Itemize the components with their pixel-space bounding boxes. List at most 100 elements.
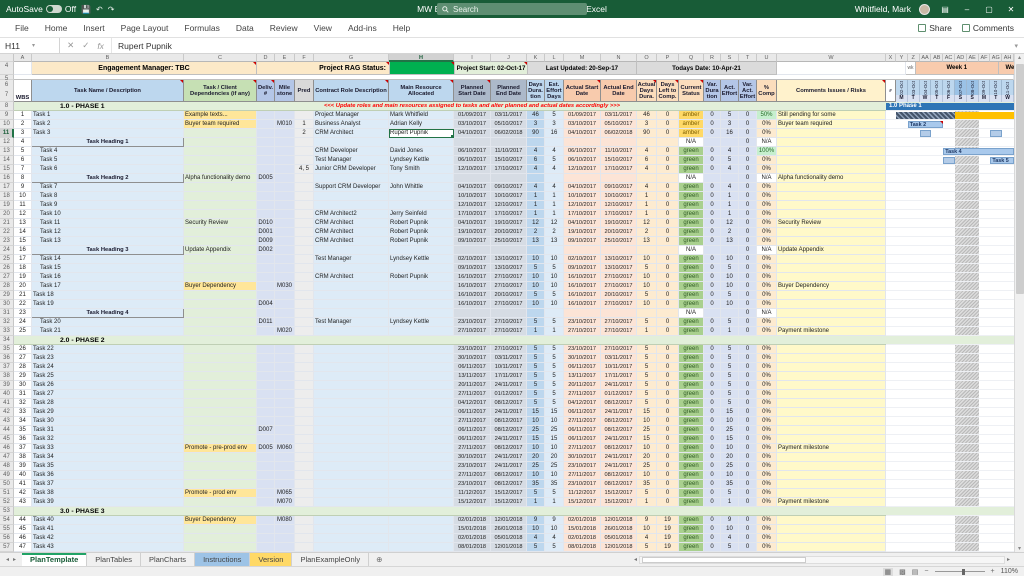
cell-t[interactable]: Task 17 bbox=[32, 282, 184, 291]
cell-dl[interactable] bbox=[657, 174, 679, 183]
cell-pr[interactable] bbox=[295, 237, 314, 246]
cell-de[interactable] bbox=[257, 111, 275, 120]
cell-dl[interactable]: 0 bbox=[657, 408, 679, 417]
cell-dep[interactable] bbox=[184, 417, 257, 426]
cell-role[interactable] bbox=[314, 408, 389, 417]
cell-ef[interactable]: 15 bbox=[545, 435, 564, 444]
cell-st[interactable]: green bbox=[679, 210, 704, 219]
tab-nav-right-icon[interactable]: ▸ bbox=[13, 556, 16, 563]
cell-ae[interactable]: 24/11/2017 bbox=[601, 435, 637, 444]
cell-ad[interactable]: 4 bbox=[637, 147, 657, 156]
cell-as[interactable]: 04/10/2017 bbox=[564, 183, 601, 192]
cell-de[interactable] bbox=[257, 489, 275, 498]
col-header-deliv[interactable]: Deliv. # bbox=[257, 80, 275, 102]
cell-as[interactable]: 02/01/2018 bbox=[564, 534, 601, 543]
cell-ac[interactable]: 3 bbox=[721, 120, 739, 129]
cell-va[interactable]: 0 bbox=[739, 525, 757, 534]
cell-ae[interactable]: 27/10/2017 bbox=[601, 282, 637, 291]
cell-dl[interactable]: 0 bbox=[657, 264, 679, 273]
cell-as[interactable]: 17/10/2017 bbox=[564, 210, 601, 219]
cell-w[interactable]: 6 bbox=[14, 156, 32, 165]
cell-du[interactable]: 90 bbox=[527, 129, 545, 138]
cell-ef[interactable]: 5 bbox=[545, 111, 564, 120]
cell-mi[interactable] bbox=[275, 291, 295, 300]
cell-res[interactable]: Robert Pupnik bbox=[389, 273, 454, 282]
cell-t[interactable]: Task 39 bbox=[32, 498, 184, 507]
cell-pe[interactable] bbox=[491, 174, 527, 183]
cell-pe[interactable]: 03/11/2017 bbox=[491, 354, 527, 363]
cell-pr[interactable]: 1 bbox=[295, 120, 314, 129]
gantt-cell[interactable] bbox=[886, 435, 1014, 444]
cell-ad[interactable]: 1 bbox=[637, 192, 657, 201]
cell-w[interactable]: 45 bbox=[14, 525, 32, 534]
cell-ae[interactable]: 15/12/2017 bbox=[601, 489, 637, 498]
cell-st[interactable]: green bbox=[679, 345, 704, 354]
gantt-cell[interactable] bbox=[886, 462, 1014, 471]
zoom-in-icon[interactable]: + bbox=[991, 568, 995, 575]
col-header-actual-days[interactable]: Actual Days Dura. bbox=[637, 80, 657, 102]
name-box[interactable]: H11 ▾ bbox=[0, 38, 60, 53]
cell-w[interactable]: 47 bbox=[14, 543, 32, 552]
cell-vd[interactable]: 0 bbox=[704, 471, 721, 480]
row-number[interactable]: 10 bbox=[0, 120, 14, 129]
cell-pe[interactable]: 01/12/2017 bbox=[491, 390, 527, 399]
cell-ac[interactable]: 1 bbox=[721, 192, 739, 201]
cell-dl[interactable]: 0 bbox=[657, 237, 679, 246]
cell-st[interactable]: green bbox=[679, 264, 704, 273]
cell-du[interactable]: 5 bbox=[527, 354, 545, 363]
cell-role[interactable] bbox=[314, 246, 389, 255]
cell-ac[interactable] bbox=[721, 309, 739, 318]
cell-as[interactable]: 04/10/2017 bbox=[564, 129, 601, 138]
cell-de[interactable] bbox=[257, 498, 275, 507]
cell-ac[interactable]: 35 bbox=[721, 480, 739, 489]
cell-ae[interactable]: 12/10/2017 bbox=[601, 201, 637, 210]
col-header-planned-end[interactable]: Planned End Date bbox=[491, 80, 527, 102]
zoom-slider[interactable] bbox=[934, 568, 985, 575]
cell-de[interactable] bbox=[257, 525, 275, 534]
cell-w[interactable]: 16 bbox=[14, 246, 32, 255]
cell-de[interactable] bbox=[257, 210, 275, 219]
cell-vd[interactable]: 0 bbox=[704, 381, 721, 390]
row-number[interactable]: 67 bbox=[0, 80, 14, 102]
new-sheet-icon[interactable]: ⊕ bbox=[369, 553, 389, 566]
cell-com[interactable] bbox=[777, 534, 886, 543]
cell-ef[interactable]: 10 bbox=[545, 255, 564, 264]
cell-com[interactable] bbox=[777, 273, 886, 282]
cell-role[interactable]: CRM Developer bbox=[314, 147, 389, 156]
cell-ae[interactable]: 09/10/2017 bbox=[601, 183, 637, 192]
cell-res[interactable] bbox=[389, 300, 454, 309]
cell-ef[interactable]: 5 bbox=[545, 372, 564, 381]
cell-st[interactable]: green bbox=[679, 453, 704, 462]
column-header-P[interactable]: P bbox=[657, 54, 679, 62]
cell-vd[interactable]: 0 bbox=[704, 345, 721, 354]
cell-de[interactable] bbox=[257, 516, 275, 525]
cell-du[interactable]: 1 bbox=[527, 498, 545, 507]
cell-dep[interactable]: Promote - pre-prod env bbox=[184, 444, 257, 453]
gantt-cell[interactable] bbox=[886, 336, 1014, 345]
cell-ac[interactable]: 15 bbox=[721, 435, 739, 444]
cell-dl[interactable]: 0 bbox=[657, 480, 679, 489]
cell-dl[interactable]: 0 bbox=[657, 273, 679, 282]
cell-ps[interactable]: 02/01/2018 bbox=[454, 534, 491, 543]
cell-pr[interactable] bbox=[295, 309, 314, 318]
cell-ae[interactable]: 10/11/2017 bbox=[601, 363, 637, 372]
cell-ac[interactable]: 10 bbox=[721, 417, 739, 426]
cell-du[interactable]: 15 bbox=[527, 435, 545, 444]
cell-com[interactable] bbox=[777, 345, 886, 354]
row-number[interactable]: 46 bbox=[0, 444, 14, 453]
cell-role[interactable]: CRM Architect bbox=[314, 219, 389, 228]
cell-w[interactable]: 3 bbox=[14, 129, 32, 138]
cell-mi[interactable] bbox=[275, 543, 295, 552]
cell-as[interactable]: 06/11/2017 bbox=[564, 408, 601, 417]
cell-res[interactable] bbox=[389, 345, 454, 354]
zoom-slider-thumb[interactable] bbox=[962, 568, 966, 575]
cell-t[interactable]: Task 37 bbox=[32, 480, 184, 489]
cell-dep[interactable] bbox=[184, 291, 257, 300]
cell-res[interactable]: Robert Pupnik bbox=[389, 228, 454, 237]
col-header-main-resource[interactable]: Main Resource Allocated bbox=[389, 80, 454, 102]
cell-pc[interactable]: 0% bbox=[757, 543, 777, 552]
cell-pr[interactable] bbox=[295, 327, 314, 336]
cell-com[interactable] bbox=[777, 543, 886, 552]
cell-st[interactable]: green bbox=[679, 516, 704, 525]
cell-role[interactable]: Test Manager bbox=[314, 318, 389, 327]
